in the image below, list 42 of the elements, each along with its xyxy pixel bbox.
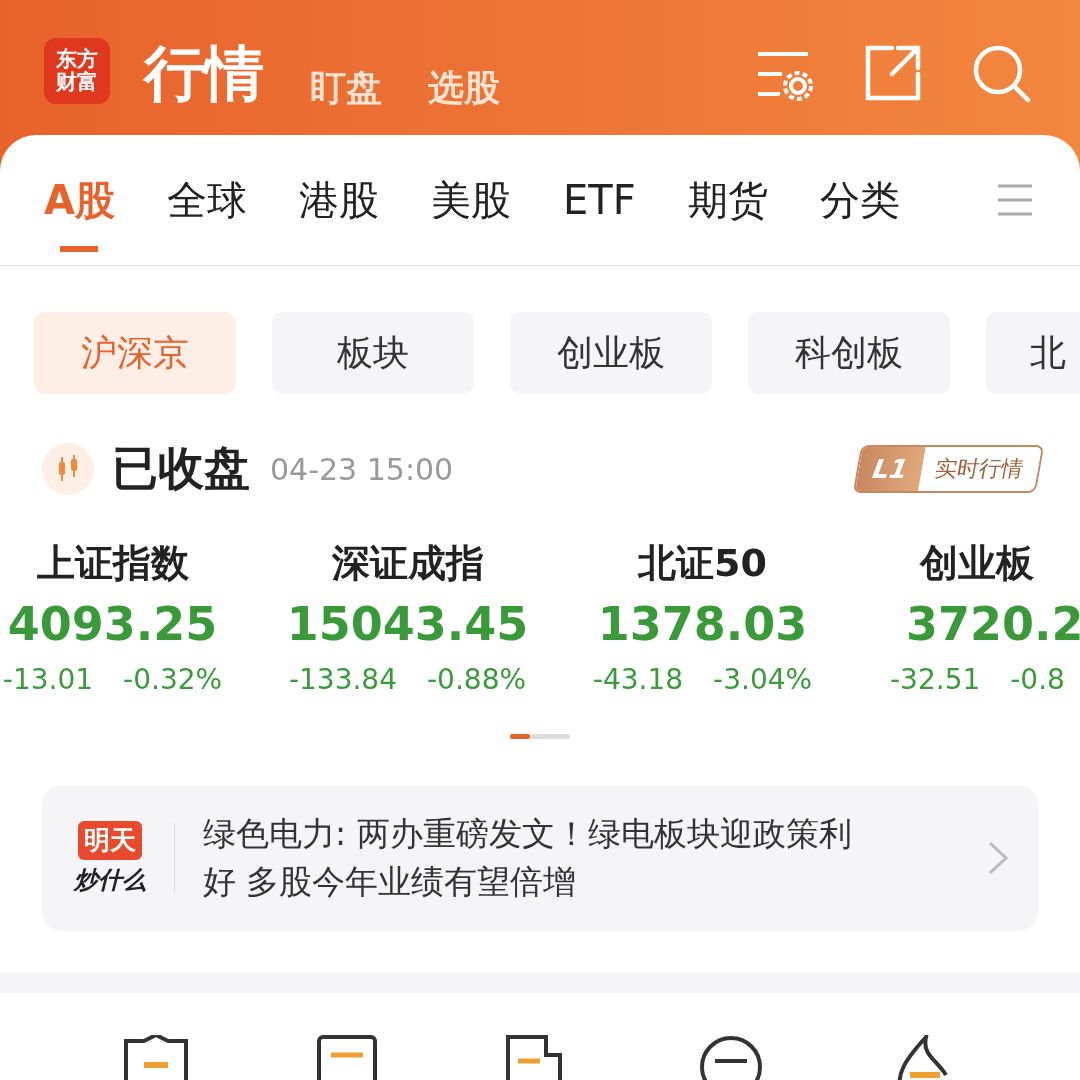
news-logo-bottom: 炒什么 [74,864,146,896]
candlestick-icon [42,443,94,495]
market-chip[interactable]: 板块 [272,312,474,394]
index-name: 上证指数 [36,540,189,587]
index-percent: -0.88% [427,663,527,696]
news-logo-top: 明天 [78,820,142,860]
realtime-badge[interactable]: L1 实时行情 [853,445,1045,493]
market-tab[interactable]: 期货 [687,148,768,252]
market-tab[interactable]: 美股 [430,148,511,252]
page-title: 行情 [144,38,264,108]
document-icon[interactable] [317,1035,378,1080]
index-name: 创业板 [920,540,1034,587]
share-icon[interactable] [864,44,922,102]
index-name: 北证50 [638,540,767,587]
market-tab[interactable]: 港股 [298,148,379,252]
index-percent: -0.32% [123,663,223,696]
market-status: 已收盘 [112,440,250,497]
index-percent: -0.8 [1010,663,1065,696]
index-value: 4093.25 [7,597,218,651]
market-tab[interactable]: 全球 [166,148,247,252]
page-indicator [510,734,570,739]
market-chip[interactable]: 创业板 [510,312,712,394]
index-name: 深证成指 [331,540,484,587]
index-percent: -3.04% [713,663,813,696]
market-tab[interactable]: 分类 [819,148,900,252]
market-chip[interactable]: 科创板 [748,312,950,394]
chevron-icon [988,841,1008,875]
index-change: -13.01 [2,663,94,696]
market-chip[interactable]: 北 [986,312,1080,394]
news-card[interactable]: 明天 炒什么 绿色电力: 两办重磅发文！绿电板块迎政策利好 多股今年业绩有望倍增 [42,785,1038,931]
app-logo: 东方 财富 [44,38,110,104]
index-value: 1378.03 [597,597,808,651]
index-change: -43.18 [592,663,684,696]
shield-icon[interactable] [124,1035,189,1080]
search-icon[interactable] [972,44,1032,104]
news-headline: 绿色电力: 两办重磅发文！绿电板块迎政策利好 多股今年业绩有望倍增 [203,813,853,903]
index-change: -32.51 [890,663,981,696]
index-value: 15043.45 [286,597,529,651]
index-value: 3720.2 [906,597,1080,651]
timestamp: 04-23 15:00 [270,451,454,487]
market-tab[interactable]: ETF [562,153,636,247]
index-change: -133.84 [288,663,397,696]
